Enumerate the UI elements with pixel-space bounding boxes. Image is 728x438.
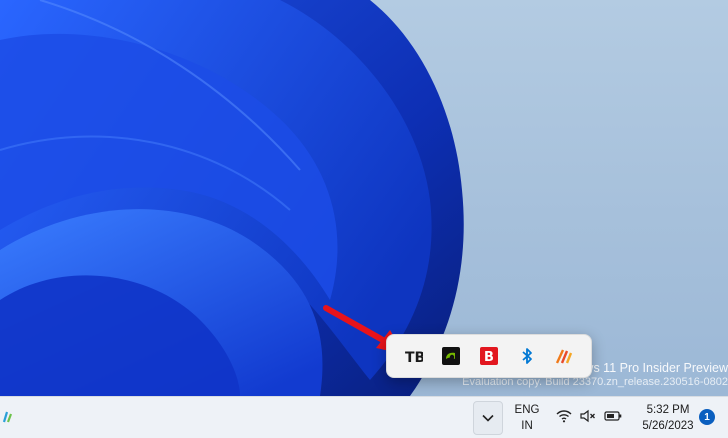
nvidia-icon[interactable] <box>436 341 466 371</box>
clock-date: 5/26/2023 <box>642 420 694 432</box>
widgets-icon[interactable] <box>2 408 14 426</box>
chevron-down-icon <box>482 414 494 422</box>
clock-time: 5:32 PM <box>646 404 690 416</box>
quick-settings[interactable] <box>556 409 622 423</box>
notification-badge[interactable]: 1 <box>699 409 715 425</box>
volume-muted-icon <box>580 409 595 423</box>
tray-overflow-flyout: TB B <box>386 334 592 378</box>
bars-app-icon[interactable] <box>549 341 579 371</box>
translucenttb-icon[interactable]: TB <box>399 341 429 371</box>
svg-text:TB: TB <box>405 350 423 364</box>
language-indicator[interactable]: ENG IN <box>510 402 544 434</box>
show-hidden-icons-button[interactable] <box>473 401 503 435</box>
bluetooth-icon[interactable] <box>512 341 542 371</box>
clock[interactable]: 5:32 PM 5/26/2023 <box>636 402 700 434</box>
wifi-icon <box>556 410 572 423</box>
svg-text:B: B <box>484 350 494 365</box>
language-code: ENG <box>514 404 540 416</box>
taskbar: ENG IN 5:32 PM 5/26/2023 1 <box>0 396 728 438</box>
language-region: IN <box>521 420 533 432</box>
bitdefender-icon[interactable]: B <box>474 341 504 371</box>
battery-icon <box>604 411 622 421</box>
